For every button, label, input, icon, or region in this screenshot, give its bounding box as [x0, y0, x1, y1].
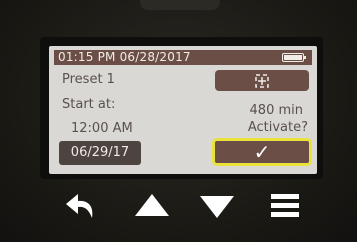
- start-at-label: Start at:: [62, 97, 116, 112]
- battery-full-icon: [282, 53, 306, 62]
- target-button[interactable]: [215, 70, 309, 91]
- down-button[interactable]: [196, 188, 238, 224]
- target-icon: [255, 73, 269, 88]
- device-top-tab: [140, 0, 220, 10]
- lcd-screen: 01:15 PM 06/28/2017 Preset 1 Start at: 4…: [49, 46, 317, 174]
- activate-prompt: Activate?: [247, 120, 308, 135]
- datetime-text: 01:15 PM 06/28/2017: [58, 50, 191, 64]
- down-arrow-icon: [200, 196, 234, 218]
- checkmark-icon: ✓: [253, 140, 271, 164]
- menu-button[interactable]: [265, 188, 305, 224]
- device-body: 01:15 PM 06/28/2017 Preset 1 Start at: 4…: [0, 0, 357, 242]
- status-bar: 01:15 PM 06/28/2017: [54, 50, 312, 65]
- date-button[interactable]: 06/29/17: [59, 141, 141, 165]
- up-arrow-icon: [135, 194, 169, 216]
- confirm-button[interactable]: ✓: [212, 138, 312, 166]
- start-time-value: 12:00 AM: [71, 121, 133, 136]
- preset-label: Preset 1: [62, 72, 115, 87]
- back-arrow-icon: [66, 194, 93, 218]
- menu-icon: [271, 194, 299, 217]
- up-button[interactable]: [131, 188, 173, 224]
- back-button[interactable]: [62, 188, 104, 224]
- duration-value: 480 min: [249, 103, 303, 118]
